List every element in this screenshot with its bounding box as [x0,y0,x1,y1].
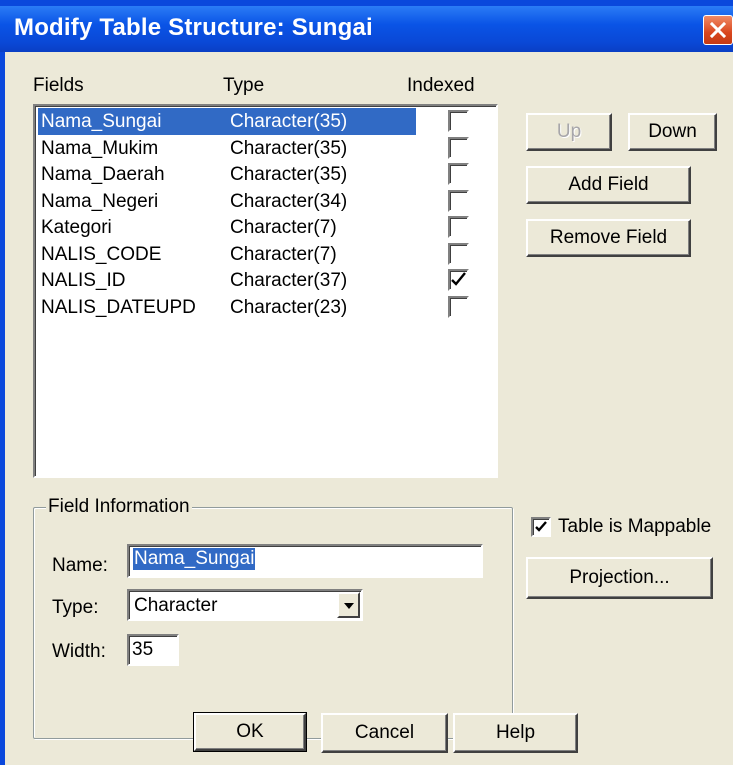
indexed-checkbox[interactable] [448,136,469,159]
type-dropdown-button[interactable] [337,592,360,618]
field-type: Character(35) [230,164,348,185]
field-name: Kategori [41,217,112,238]
indexed-checkbox[interactable] [448,216,469,238]
mappable-checkbox[interactable] [531,517,551,537]
up-button[interactable]: Up [526,113,612,151]
close-icon [709,21,727,39]
list-item[interactable]: Kategori Character(7) [38,214,493,241]
field-type: Character(35) [230,111,348,132]
dialog-window: Modify Table Structure: Sungai Fields Ty… [0,0,733,765]
list-item[interactable]: Nama_Daerah Character(35) [38,161,493,188]
field-information-group: Field Information [33,496,513,739]
field-type: Character(34) [230,190,348,212]
field-type: Character(35) [230,137,348,159]
list-item[interactable]: Nama_Sungai Character(35) [38,108,493,135]
help-button[interactable]: Help [453,713,578,753]
title-bar[interactable]: Modify Table Structure: Sungai [0,6,733,52]
projection-button[interactable]: Projection... [526,557,713,599]
check-icon [535,521,547,532]
field-type: Character(37) [230,270,348,291]
cancel-button[interactable]: Cancel [321,713,448,753]
indexed-checkbox[interactable] [448,269,469,291]
dialog-body: Fields Type Indexed Nama_Sungai Character… [5,52,733,765]
header-fields: Fields [33,75,84,96]
field-name: Nama_Sungai [41,111,162,132]
type-select-value: Character [134,595,218,616]
name-input[interactable]: Nama_Sungai [127,544,483,578]
field-type: Character(7) [230,217,337,238]
name-label: Name: [52,555,108,576]
indexed-checkbox[interactable] [448,163,469,185]
indexed-checkbox[interactable] [448,242,469,265]
fields-listbox[interactable]: Nama_Sungai Character(35) Nama_Mukim Charac… [33,104,498,478]
list-item[interactable]: NALIS_CODE Character(7) [38,241,493,268]
window-title: Modify Table Structure: Sungai [14,14,373,41]
list-item[interactable]: NALIS_DATEUPD Character(23) [38,294,493,321]
list-item[interactable]: NALIS_ID Character(37) [38,267,493,294]
indexed-checkbox[interactable] [448,110,469,132]
indexed-checkbox[interactable] [448,189,469,212]
close-button[interactable] [703,15,733,45]
mappable-label[interactable]: Table is Mappable [558,516,711,538]
field-type: Character(23) [230,296,348,318]
header-indexed: Indexed [407,75,475,96]
type-select[interactable]: Character [127,589,363,621]
add-field-button[interactable]: Add Field [526,166,691,204]
check-icon [451,272,466,286]
field-name: Nama_Mukim [41,137,159,159]
field-name: NALIS_ID [41,270,126,291]
width-input[interactable]: 35 [127,634,179,666]
ok-button[interactable]: OK [193,712,307,752]
field-information-title: Field Information [46,496,192,518]
field-name: Nama_Daerah [41,164,165,185]
type-label: Type: [52,597,99,618]
field-name: Nama_Negeri [41,190,159,212]
list-item[interactable]: Nama_Negeri Character(34) [38,188,493,215]
down-button[interactable]: Down [628,113,717,151]
name-input-value: Nama_Sungai [133,548,256,570]
list-item[interactable]: Nama_Mukim Character(35) [38,135,493,162]
header-type: Type [223,75,265,96]
indexed-checkbox[interactable] [448,295,469,318]
field-name: NALIS_DATEUPD [41,296,196,318]
width-input-value: 35 [132,639,154,660]
field-type: Character(7) [230,243,337,265]
width-label: Width: [52,641,106,662]
chevron-down-icon [344,603,354,609]
remove-field-button[interactable]: Remove Field [526,219,691,257]
field-name: NALIS_CODE [41,243,162,265]
